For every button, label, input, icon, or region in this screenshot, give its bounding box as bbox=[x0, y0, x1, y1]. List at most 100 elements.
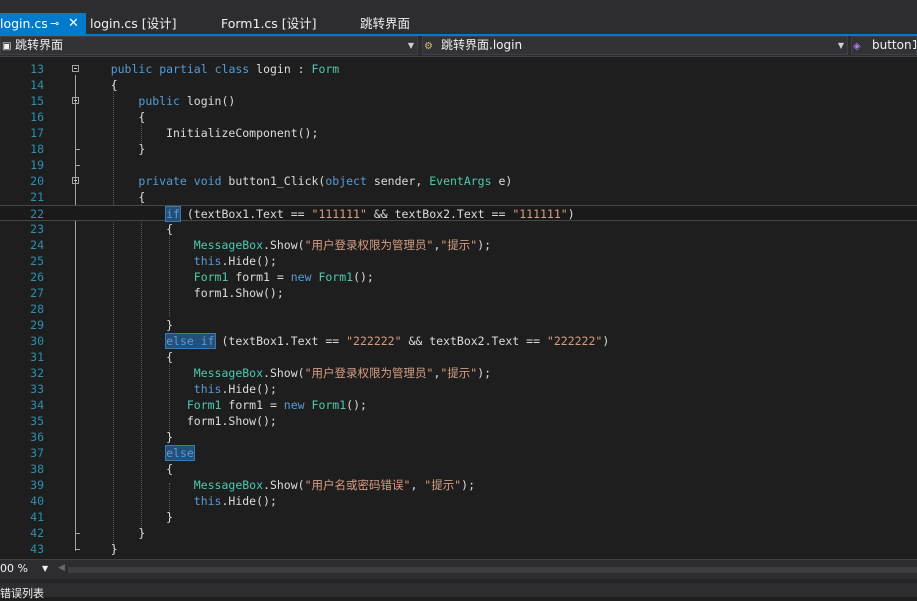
code-line[interactable]: 16 { bbox=[0, 109, 917, 125]
code-text[interactable]: { bbox=[83, 461, 173, 477]
class-dropdown[interactable]: ⚙ 跳转界面.login ▼ bbox=[422, 36, 848, 55]
code-line[interactable]: 21 { bbox=[0, 189, 917, 205]
member-dropdown[interactable]: ◈ button1 bbox=[851, 36, 917, 55]
code-text[interactable]: { bbox=[83, 189, 145, 205]
collapse-icon[interactable] bbox=[72, 65, 79, 72]
code-line[interactable]: 13 public partial class login : Form bbox=[0, 61, 917, 77]
code-line[interactable]: 23 { bbox=[0, 221, 917, 237]
code-text[interactable]: MessageBox.Show("用户名或密码错误", "提示"); bbox=[83, 477, 475, 493]
code-text[interactable]: } bbox=[83, 317, 173, 333]
code-line[interactable]: 28 bbox=[0, 301, 917, 317]
code-editor[interactable]: 13 public partial class login : Form 14 {… bbox=[0, 57, 917, 559]
line-number: 33 bbox=[30, 382, 44, 396]
code-line[interactable]: 14 { bbox=[0, 77, 917, 93]
code-text[interactable]: this.Hide(); bbox=[83, 253, 277, 269]
code-line[interactable]: 33 this.Hide(); bbox=[0, 381, 917, 397]
line-number: 43 bbox=[30, 542, 44, 556]
collapse-icon[interactable] bbox=[72, 97, 79, 104]
scroll-left-icon[interactable]: ◀ bbox=[58, 563, 65, 573]
code-text[interactable]: { bbox=[83, 221, 173, 237]
code-text[interactable]: Form1 form1 = new Form1(); bbox=[83, 269, 374, 285]
code-line[interactable]: 32 MessageBox.Show("用户登录权限为管理员","提示"); bbox=[0, 365, 917, 381]
code-text[interactable]: this.Hide(); bbox=[83, 381, 277, 397]
code-text[interactable]: form1.Show(); bbox=[83, 413, 277, 429]
tab-form1-designer[interactable]: Form1.cs [设计] bbox=[221, 13, 317, 34]
code-line[interactable]: 39 MessageBox.Show("用户名或密码错误", "提示"); bbox=[0, 477, 917, 493]
collapse-icon[interactable] bbox=[72, 177, 79, 184]
tab-login-cs[interactable]: login.cs ⊸ ✕ bbox=[0, 13, 86, 34]
code-line[interactable]: 34 Form1 form1 = new Form1(); bbox=[0, 397, 917, 413]
code-line[interactable]: 19 bbox=[0, 157, 917, 173]
code-text[interactable]: Form1 form1 = new Form1(); bbox=[83, 397, 367, 413]
code-line[interactable]: 26 Form1 form1 = new Form1(); bbox=[0, 269, 917, 285]
code-text[interactable]: private void button1_Click(object sender… bbox=[83, 173, 512, 189]
code-line[interactable]: 30 else if (textBox1.Text == "222222" &&… bbox=[0, 333, 917, 349]
code-line[interactable]: 15 public login() bbox=[0, 93, 917, 109]
tab-project[interactable]: 跳转界面 bbox=[360, 13, 410, 34]
code-text[interactable]: else bbox=[83, 445, 195, 461]
code-text[interactable]: } bbox=[83, 141, 145, 157]
code-text[interactable]: MessageBox.Show("用户登录权限为管理员","提示"); bbox=[83, 237, 491, 253]
line-number: 40 bbox=[30, 494, 44, 508]
zoom-value: 00 % bbox=[0, 562, 28, 575]
line-number: 20 bbox=[30, 174, 44, 188]
code-text[interactable]: } bbox=[83, 541, 118, 557]
line-number: 41 bbox=[30, 510, 44, 524]
code-line[interactable]: 25 this.Hide(); bbox=[0, 253, 917, 269]
tab-login-designer[interactable]: login.cs [设计] bbox=[90, 13, 177, 34]
close-icon[interactable]: ✕ bbox=[68, 13, 79, 34]
code-line[interactable]: 18 } bbox=[0, 141, 917, 157]
code-text[interactable]: else if (textBox1.Text == "222222" && te… bbox=[83, 333, 609, 349]
navigation-bar: ▣ 跳转界面 ▼ ⚙ 跳转界面.login ▼ ◈ button1 bbox=[0, 36, 917, 57]
code-text[interactable]: } bbox=[83, 509, 173, 525]
error-list-title[interactable]: 错误列表 bbox=[0, 587, 44, 601]
line-number: 21 bbox=[30, 190, 44, 204]
code-line[interactable]: 38 { bbox=[0, 461, 917, 477]
code-line[interactable]: 42 } bbox=[0, 525, 917, 541]
code-text[interactable]: } bbox=[83, 525, 145, 541]
code-line[interactable]: 20 private void button1_Click(object sen… bbox=[0, 173, 917, 189]
pin-icon[interactable]: ⊸ bbox=[50, 13, 59, 34]
code-line[interactable]: 29 } bbox=[0, 317, 917, 333]
class-label: 跳转界面.login bbox=[441, 38, 523, 52]
panel-splitter[interactable] bbox=[0, 579, 917, 583]
outline-end-tick bbox=[75, 549, 80, 550]
line-number: 17 bbox=[30, 126, 44, 140]
chevron-down-icon: ▼ bbox=[837, 41, 844, 50]
tab-label: 跳转界面 bbox=[360, 16, 411, 31]
code-text[interactable]: public partial class login : Form bbox=[83, 61, 340, 77]
class-icon: ⚙ bbox=[424, 41, 433, 52]
code-line[interactable]: 31 { bbox=[0, 349, 917, 365]
method-icon: ◈ bbox=[853, 41, 861, 52]
code-text[interactable]: { bbox=[83, 349, 173, 365]
code-line[interactable]: 43 } bbox=[0, 541, 917, 557]
code-line[interactable]: 35 form1.Show(); bbox=[0, 413, 917, 429]
code-line[interactable]: 37 else bbox=[0, 445, 917, 461]
code-line[interactable]: 27 form1.Show(); bbox=[0, 285, 917, 301]
code-line[interactable]: 36 } bbox=[0, 429, 917, 445]
code-text[interactable]: { bbox=[83, 109, 145, 125]
horizontal-scrollbar[interactable] bbox=[68, 567, 917, 573]
code-text[interactable]: MessageBox.Show("用户登录权限为管理员","提示"); bbox=[83, 365, 491, 381]
outline-end-tick bbox=[75, 533, 80, 534]
code-text[interactable]: this.Hide(); bbox=[83, 493, 277, 509]
code-text[interactable]: if (textBox1.Text == "111111" && textBox… bbox=[83, 206, 575, 222]
line-number: 27 bbox=[30, 286, 44, 300]
code-text[interactable]: form1.Show(); bbox=[83, 285, 284, 301]
code-text[interactable]: { bbox=[83, 77, 118, 93]
outline-end-tick bbox=[75, 165, 80, 166]
code-line[interactable]: 41 } bbox=[0, 509, 917, 525]
line-number: 16 bbox=[30, 110, 44, 124]
code-line[interactable]: 40 this.Hide(); bbox=[0, 493, 917, 509]
code-line[interactable]: 22 if (textBox1.Text == "111111" && text… bbox=[0, 205, 917, 222]
code-line[interactable]: 24 MessageBox.Show("用户登录权限为管理员","提示"); bbox=[0, 237, 917, 253]
project-dropdown[interactable]: ▣ 跳转界面 ▼ bbox=[0, 36, 418, 55]
zoom-dropdown[interactable]: 00 % ▼ bbox=[0, 561, 52, 577]
chevron-down-icon: ▼ bbox=[407, 41, 414, 50]
line-number: 32 bbox=[30, 366, 44, 380]
code-text[interactable]: public login() bbox=[83, 93, 235, 109]
code-line[interactable]: 17 InitializeComponent(); bbox=[0, 125, 917, 141]
code-text[interactable]: } bbox=[83, 429, 173, 445]
code-text[interactable]: InitializeComponent(); bbox=[83, 125, 318, 141]
line-number: 34 bbox=[30, 398, 44, 412]
